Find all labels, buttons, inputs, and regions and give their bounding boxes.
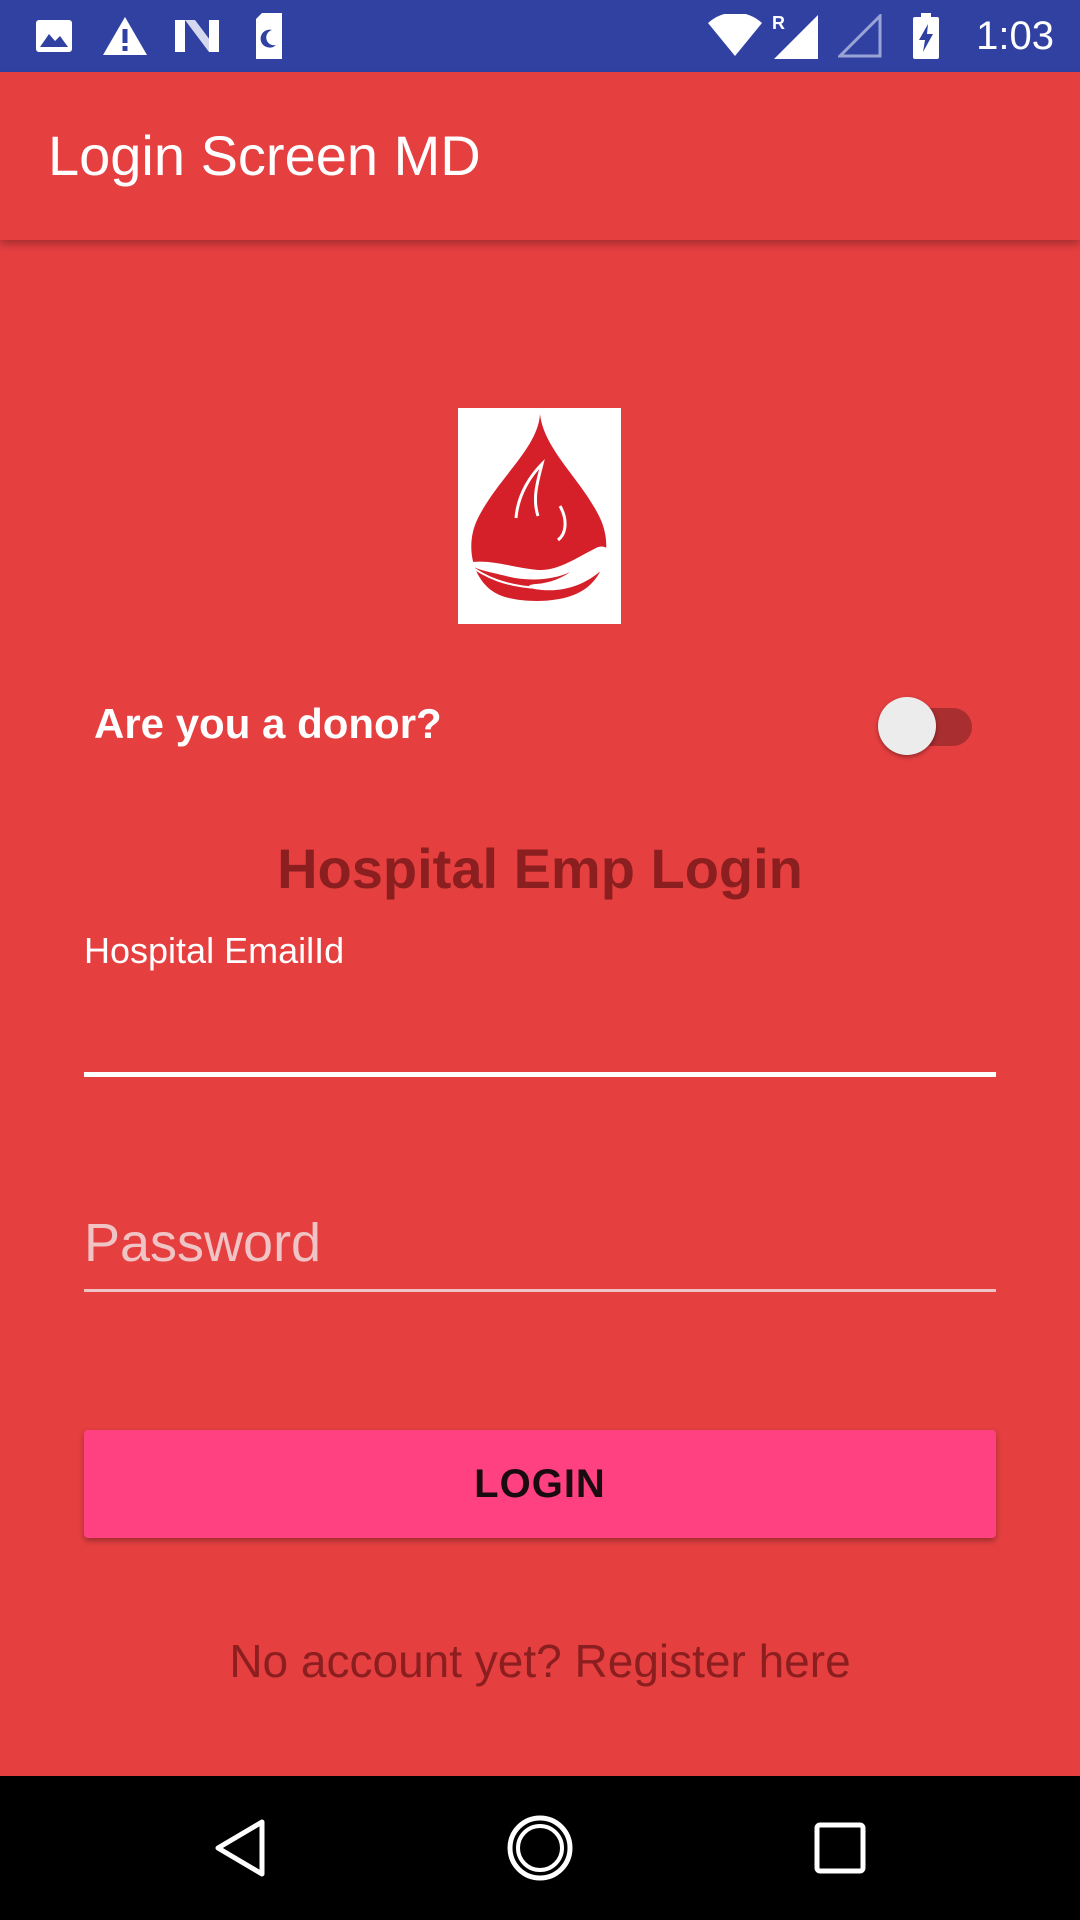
app-bar: Login Screen MD bbox=[0, 72, 1080, 240]
login-heading: Hospital Emp Login bbox=[277, 837, 803, 900]
home-icon bbox=[507, 1815, 573, 1881]
blood-drop-hand-icon bbox=[465, 414, 611, 602]
donor-toggle-label: Are you a donor? bbox=[94, 700, 442, 747]
switch-thumb[interactable] bbox=[878, 697, 936, 755]
nav-bar bbox=[0, 1776, 1080, 1920]
app-logo bbox=[458, 408, 621, 624]
nav-recents-button[interactable] bbox=[770, 1776, 910, 1920]
battery-charging-icon bbox=[910, 0, 942, 72]
recents-icon bbox=[814, 1822, 866, 1874]
email-input[interactable] bbox=[84, 986, 996, 1062]
password-input[interactable] bbox=[84, 1200, 996, 1286]
status-time: 1:03 bbox=[976, 14, 1054, 58]
sim-moon-icon bbox=[254, 0, 284, 72]
email-field: Hospital EmailId bbox=[84, 930, 996, 1080]
nav-home-button[interactable] bbox=[470, 1776, 610, 1920]
signal-empty-icon bbox=[838, 0, 882, 72]
password-field-underline bbox=[84, 1289, 996, 1292]
wifi-icon bbox=[706, 0, 764, 72]
signal-roaming-icon: R bbox=[770, 0, 820, 72]
email-field-label: Hospital EmailId bbox=[84, 930, 345, 971]
warning-icon bbox=[102, 0, 148, 72]
register-link[interactable]: No account yet? Register here bbox=[0, 1634, 1080, 1688]
email-field-underline bbox=[84, 1072, 996, 1077]
back-icon bbox=[215, 1819, 265, 1877]
login-button[interactable]: LOGIN bbox=[84, 1430, 996, 1538]
nav-back-button[interactable] bbox=[170, 1776, 310, 1920]
password-field bbox=[84, 1200, 996, 1294]
n-logo-icon bbox=[174, 0, 220, 72]
donor-toggle-switch[interactable] bbox=[878, 696, 978, 756]
app-title: Login Screen MD bbox=[48, 124, 481, 187]
status-bar: R 1:03 bbox=[0, 0, 1080, 72]
image-icon bbox=[34, 0, 74, 72]
roaming-indicator: R bbox=[772, 13, 785, 33]
